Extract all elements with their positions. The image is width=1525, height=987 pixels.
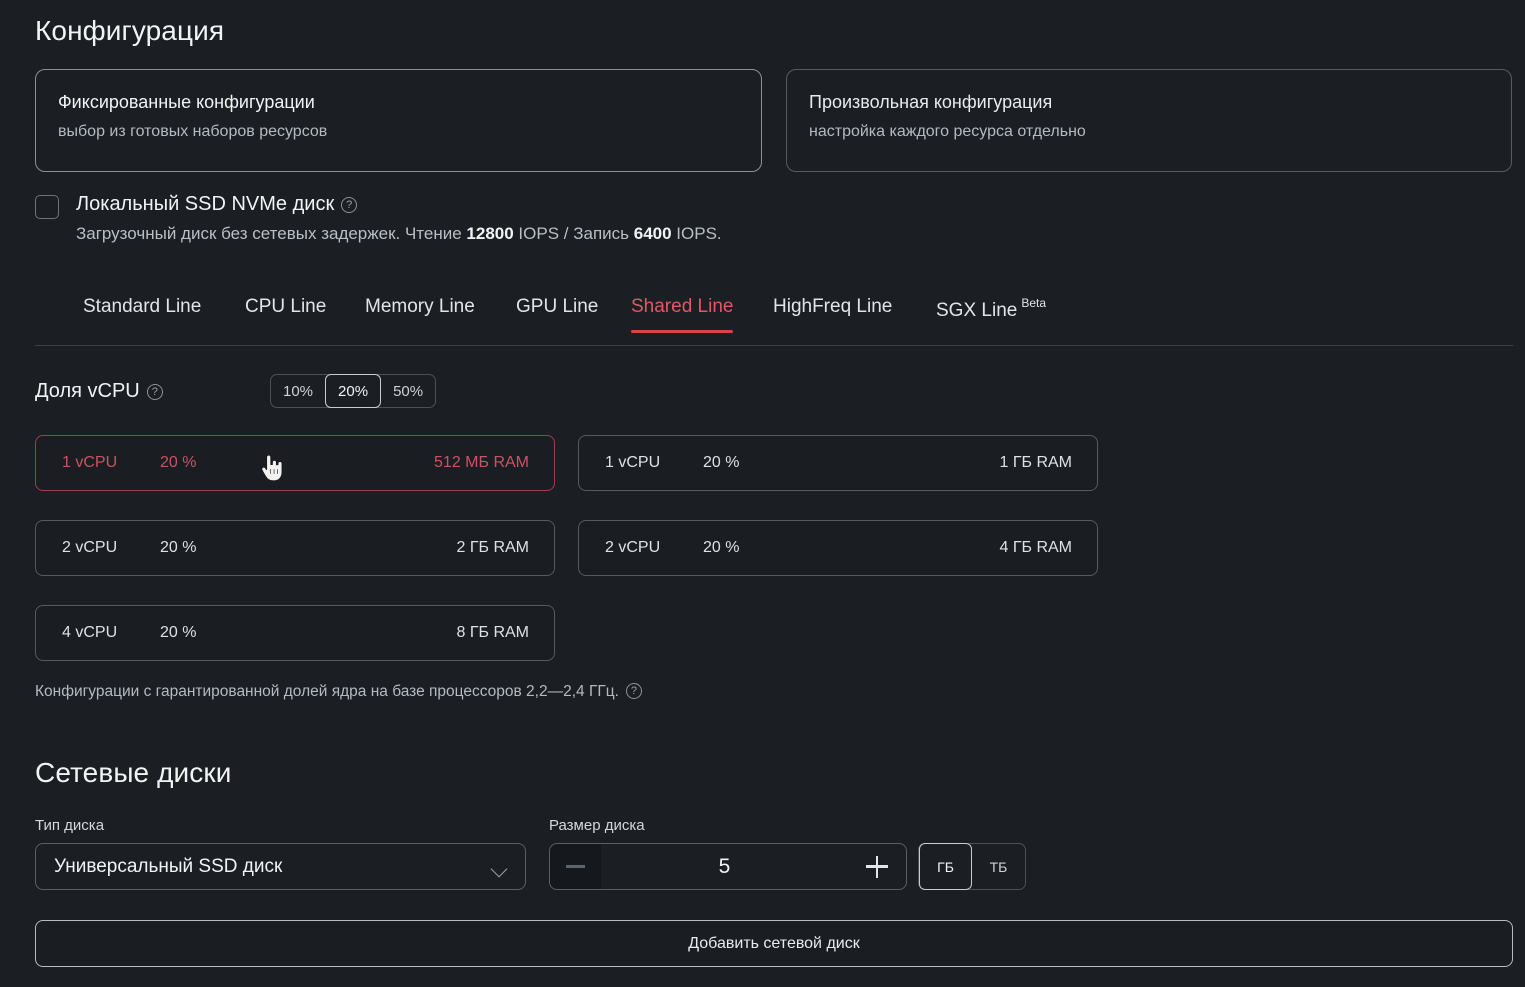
local-ssd-checkbox[interactable] <box>35 195 59 219</box>
config-option-share: 20 % <box>703 454 739 472</box>
mode-card-fixed-subtitle: выбор из готовых наборов ресурсов <box>58 123 327 141</box>
config-option-share: 20 % <box>160 539 196 557</box>
disk-size-label: Размер диска <box>549 817 1026 834</box>
local-ssd-description: Загрузочный диск без сетевых задержек. Ч… <box>76 224 722 244</box>
config-option-ram: 2 ГБ RAM <box>456 539 529 557</box>
config-option-cpu: 2 vCPU <box>62 539 117 557</box>
tab-cpu-line-label: CPU Line <box>245 296 326 317</box>
config-option-ram: 1 ГБ RAM <box>999 454 1072 472</box>
mode-card-custom-title: Произвольная конфигурация <box>809 92 1052 113</box>
vcpu-share-label: Доля vCPU? <box>35 380 163 403</box>
vcpu-share-option-20[interactable]: 20% <box>325 374 381 408</box>
tab-standard-line-label: Standard Line <box>83 296 201 317</box>
disk-size-unit-segmented-control: ГБ ТБ <box>918 843 1026 890</box>
vcpu-share-label-text: Доля vCPU <box>35 380 140 402</box>
config-option-cpu: 2 vCPU <box>605 539 660 557</box>
tab-gpu-line[interactable]: GPU Line <box>516 296 598 332</box>
disk-type-group: Тип диска Универсальный SSD диск <box>35 817 526 890</box>
disk-size-stepper: 5 <box>549 843 907 890</box>
local-ssd-label-text: Локальный SSD NVMe диск <box>76 193 334 215</box>
section-title-network-disks: Сетевые диски <box>35 757 231 789</box>
question-circle-icon[interactable]: ? <box>147 384 163 400</box>
mode-card-fixed-configurations[interactable]: Фиксированные конфигурации выбор из гото… <box>35 69 762 172</box>
tab-memory-line-label: Memory Line <box>365 296 475 317</box>
local-ssd-desc-prefix: Загрузочный диск без сетевых задержек. Ч… <box>76 224 466 243</box>
config-option-card[interactable]: 1 vCPU 20 % 1 ГБ RAM <box>578 435 1098 491</box>
local-ssd-desc-middle: IOPS / Запись <box>514 224 634 243</box>
local-ssd-desc-suffix: IOPS. <box>672 224 722 243</box>
vcpu-share-option-10[interactable]: 10% <box>271 375 325 407</box>
config-option-share: 20 % <box>160 454 196 472</box>
decrement-button[interactable] <box>550 844 601 889</box>
plus-icon <box>866 856 888 878</box>
config-option-card[interactable]: 1 vCPU 20 % 512 МБ RAM <box>35 435 555 491</box>
tab-highfreq-line-label: HighFreq Line <box>773 296 892 317</box>
config-option-ram: 512 МБ RAM <box>434 454 529 472</box>
disk-size-input[interactable]: 5 <box>601 844 848 889</box>
platform-line-tabs: Standard Line CPU Line Memory Line GPU L… <box>35 296 1513 346</box>
disk-type-value: Универсальный SSD диск <box>54 856 282 878</box>
tab-gpu-line-label: GPU Line <box>516 296 598 317</box>
tab-highfreq-line[interactable]: HighFreq Line <box>773 296 892 332</box>
chevron-down-icon <box>491 861 508 878</box>
disk-type-select[interactable]: Универсальный SSD диск <box>35 843 526 890</box>
page-title-configuration: Конфигурация <box>35 15 224 47</box>
tab-sgx-line-beta-badge: Beta <box>1021 296 1046 310</box>
config-option-share: 20 % <box>160 624 196 642</box>
disk-size-controls: 5 ГБ ТБ <box>549 843 1026 890</box>
config-note-text: Конфигурации с гарантированной долей ядр… <box>35 683 619 700</box>
config-option-card[interactable]: 2 vCPU 20 % 2 ГБ RAM <box>35 520 555 576</box>
config-option-cpu: 4 vCPU <box>62 624 117 642</box>
tab-shared-line-label: Shared Line <box>631 296 733 317</box>
config-option-cpu: 1 vCPU <box>62 454 117 472</box>
config-option-cpu: 1 vCPU <box>605 454 660 472</box>
configuration-page: Конфигурация Фиксированные конфигурации … <box>0 0 1525 987</box>
mode-card-custom-configuration[interactable]: Произвольная конфигурация настройка кажд… <box>786 69 1512 172</box>
mode-card-custom-subtitle: настройка каждого ресурса отдельно <box>809 123 1086 141</box>
vcpu-share-option-50[interactable]: 50% <box>381 375 435 407</box>
tab-standard-line[interactable]: Standard Line <box>83 296 201 332</box>
tab-shared-line[interactable]: Shared Line <box>631 296 733 332</box>
config-option-ram: 4 ГБ RAM <box>999 539 1072 557</box>
local-ssd-read-iops: 12800 <box>466 224 513 243</box>
config-option-card[interactable]: 4 vCPU 20 % 8 ГБ RAM <box>35 605 555 661</box>
question-circle-icon[interactable]: ? <box>626 683 642 699</box>
local-ssd-write-iops: 6400 <box>634 224 672 243</box>
add-network-disk-button[interactable]: Добавить сетевой диск <box>35 920 1513 967</box>
unit-option-tb[interactable]: ТБ <box>972 844 1025 889</box>
config-option-card[interactable]: 2 vCPU 20 % 4 ГБ RAM <box>578 520 1098 576</box>
tab-sgx-line[interactable]: SGX Line Beta <box>936 296 1046 336</box>
disk-size-group: Размер диска 5 ГБ ТБ <box>549 817 1026 890</box>
unit-option-gb[interactable]: ГБ <box>919 843 972 890</box>
tab-memory-line[interactable]: Memory Line <box>365 296 475 332</box>
config-note: Конфигурации с гарантированной долей ядр… <box>35 683 642 701</box>
mode-card-fixed-title: Фиксированные конфигурации <box>58 92 315 113</box>
disk-type-label: Тип диска <box>35 817 526 834</box>
config-option-ram: 8 ГБ RAM <box>456 624 529 642</box>
config-option-share: 20 % <box>703 539 739 557</box>
minus-icon <box>566 865 585 867</box>
local-ssd-label: Локальный SSD NVMe диск? <box>76 193 357 216</box>
tab-cpu-line[interactable]: CPU Line <box>245 296 326 332</box>
question-circle-icon[interactable]: ? <box>341 197 357 213</box>
tab-sgx-line-label: SGX Line <box>936 300 1017 321</box>
vcpu-share-segmented-control: 10% 20% 50% <box>270 374 436 408</box>
increment-button[interactable] <box>848 844 906 889</box>
